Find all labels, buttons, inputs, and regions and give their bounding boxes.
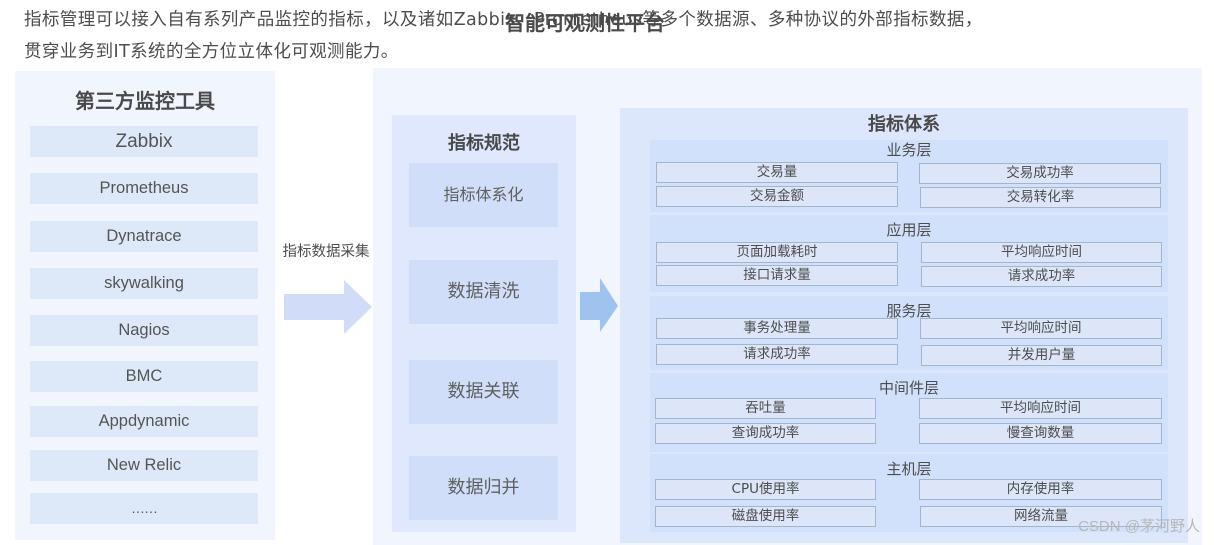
metric-item: 交易成功率 [919, 163, 1161, 184]
right-arrow-icon [580, 278, 620, 334]
platform-title: 智能可观测性平台 [505, 11, 665, 35]
collection-arrow-shape [284, 280, 372, 334]
layer-service: 服务层 事务处理量 平均响应时间 请求成功率 并发用户量 [650, 296, 1168, 370]
spec-item: 指标体系化 [409, 163, 558, 227]
layer-title: 中间件层 [878, 379, 939, 397]
third-party-tools-title: 第三方监控工具 [75, 89, 215, 113]
metric-item: CPU使用率 [655, 479, 876, 500]
metric-item: 内存使用率 [919, 479, 1162, 500]
layer-business: 业务层 交易量 交易成功率 交易金额 交易转化率 [650, 140, 1168, 212]
third-party-tools-panel: 第三方监控工具 Zabbix Prometheus Dynatrace skyw… [15, 71, 275, 540]
tool-item: BMC [30, 361, 258, 392]
tool-item: New Relic [30, 450, 258, 481]
spec-panel: 指标规范 指标体系化 数据清洗 数据关联 数据归并 [392, 115, 576, 532]
metric-item: 磁盘使用率 [655, 506, 876, 527]
metric-item: 请求成功率 [656, 344, 898, 365]
spec-title: 指标规范 [448, 133, 520, 154]
tool-item: Zabbix [30, 126, 258, 157]
metric-item: 平均响应时间 [920, 318, 1162, 339]
layer-title: 应用层 [886, 221, 932, 239]
spec-item: 数据关联 [409, 360, 558, 424]
tool-item: Prometheus [30, 173, 258, 204]
collection-label: 指标数据采集 [282, 244, 370, 260]
layer-middleware: 中间件层 吞吐量 平均响应时间 查询成功率 慢查询数量 [650, 373, 1168, 452]
tool-item: Dynatrace [30, 221, 258, 252]
metric-item: 交易转化率 [920, 187, 1161, 208]
intro-line-2: 贯穿业务到IT系统的全方位立体化可观测能力。 [24, 42, 399, 62]
metric-item: 事务处理量 [656, 318, 898, 339]
metric-item: 交易金额 [656, 186, 898, 207]
metric-item: 平均响应时间 [919, 398, 1162, 419]
metric-item: 查询成功率 [655, 423, 876, 444]
spec-item: 数据归并 [409, 456, 558, 520]
metric-system-title: 指标体系 [868, 114, 940, 135]
layer-title: 业务层 [886, 141, 932, 159]
spec-item: 数据清洗 [409, 260, 558, 324]
platform-arrow-shape [580, 278, 618, 332]
metric-item: 交易量 [656, 162, 898, 183]
layer-application: 应用层 页面加载耗时 平均响应时间 接口请求量 请求成功率 [650, 215, 1168, 292]
metric-item: 平均响应时间 [921, 242, 1162, 263]
metric-item: 页面加载耗时 [656, 242, 898, 263]
metric-item: 请求成功率 [921, 266, 1162, 287]
metric-item: 慢查询数量 [919, 423, 1162, 444]
metric-item: 接口请求量 [656, 265, 898, 286]
metric-item: 并发用户量 [921, 345, 1162, 366]
tool-item: Appdynamic [30, 406, 258, 437]
tool-item: Nagios [30, 315, 258, 346]
tool-item-more: …… [30, 493, 258, 524]
metric-item: 吞吐量 [655, 398, 876, 419]
watermark: CSDN @茅河野人 [1078, 518, 1200, 535]
right-arrow-icon [284, 280, 372, 334]
layer-title: 主机层 [886, 460, 932, 478]
tool-item: skywalking [30, 268, 258, 299]
